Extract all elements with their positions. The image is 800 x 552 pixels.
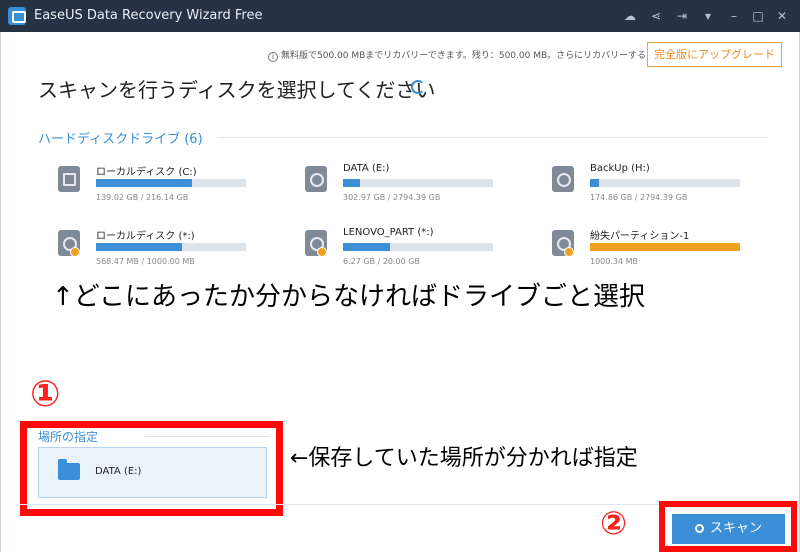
disk-usage-fill <box>343 243 390 251</box>
hard-drives-title: ハードディスクドライブ (6) <box>38 132 203 147</box>
warning-badge-icon <box>564 247 574 257</box>
disk-usage-bar <box>96 179 246 187</box>
disk-size: 568.47 MB / 1000.00 MB <box>96 257 195 266</box>
login-icon[interactable]: ⇥ <box>672 6 692 26</box>
disk-usage-bar <box>590 243 740 251</box>
disk-size: 6.27 GB / 20.00 GB <box>343 257 420 266</box>
annotation-bottom: ←保存していた場所が分かれば指定 <box>290 446 638 471</box>
disk-name: DATA (E:) <box>343 163 390 174</box>
window-title: EaseUS Data Recovery Wizard Free <box>34 8 263 23</box>
disk-usage-fill <box>590 243 740 251</box>
disk-item[interactable]: LENOVO_PART (*:) 6.27 GB / 20.00 GB <box>305 227 505 277</box>
disk-item[interactable]: ローカルディスク (*:) 568.47 MB / 1000.00 MB <box>58 227 258 277</box>
disk-icon <box>305 166 327 192</box>
page-title: スキャンを行うディスクを選択してください <box>38 78 436 102</box>
upgrade-button[interactable]: 完全版にアップグレード <box>647 42 782 67</box>
disk-item[interactable]: 紛失パーティション-1 1000.34 MB <box>552 227 752 277</box>
disk-name: BackUp (H:) <box>590 163 650 174</box>
disk-size: 139.02 GB / 216.14 GB <box>96 193 189 202</box>
disk-size: 174.86 GB / 2794.39 GB <box>590 193 688 202</box>
disk-usage-fill <box>590 179 599 187</box>
close-icon[interactable]: ✕ <box>772 6 792 26</box>
disk-usage-bar <box>96 243 246 251</box>
disk-item[interactable]: BackUp (H:) 174.86 GB / 2794.39 GB <box>552 163 752 213</box>
divider <box>218 137 768 138</box>
title-bar: EaseUS Data Recovery Wizard Free ☁ ⋖ ⇥ ▾… <box>0 0 800 32</box>
disk-item[interactable]: ローカルディスク (C:) 139.02 GB / 216.14 GB <box>58 163 258 213</box>
minimize-icon[interactable]: – <box>724 6 744 26</box>
marker-1: ① <box>30 374 61 415</box>
windows-disk-icon <box>58 166 80 192</box>
highlight-box <box>659 501 797 552</box>
disk-usage-fill <box>96 179 192 187</box>
disk-size: 302.97 GB / 2794.39 GB <box>343 193 441 202</box>
menu-icon[interactable]: ▾ <box>698 6 718 26</box>
disk-usage-bar <box>343 179 493 187</box>
free-limit-notice: i 無料版で500.00 MBまでリカバリーできます。残り：500.00 MB。さ… <box>268 48 673 62</box>
annotation-top: ↑どこにあったか分からなければドライブごと選択 <box>52 282 646 312</box>
maximize-icon[interactable]: □ <box>748 6 768 26</box>
disk-name: LENOVO_PART (*:) <box>343 227 434 238</box>
disk-usage-fill <box>96 243 182 251</box>
disk-name: 紛失パーティション-1 <box>590 231 690 242</box>
share-icon[interactable]: ⋖ <box>646 6 666 26</box>
app-logo-icon <box>8 7 26 25</box>
disk-icon <box>552 166 574 192</box>
disk-name: ローカルディスク (*:) <box>96 231 195 242</box>
highlight-box <box>20 421 283 516</box>
disk-item[interactable]: DATA (E:) 302.97 GB / 2794.39 GB <box>305 163 505 213</box>
notice-text: 無料版で500.00 MBまでリカバリーできます。残り：500.00 MB。さら… <box>281 51 674 61</box>
disk-size: 1000.34 MB <box>590 257 639 266</box>
marker-2: ② <box>600 504 628 542</box>
refresh-icon[interactable] <box>411 80 425 94</box>
upload-icon[interactable]: ☁ <box>620 6 640 26</box>
warning-badge-icon <box>317 247 327 257</box>
disk-name: ローカルディスク (C:) <box>96 167 197 178</box>
disk-usage-fill <box>343 179 360 187</box>
disk-usage-bar <box>590 179 740 187</box>
disk-usage-bar <box>343 243 493 251</box>
info-icon: i <box>268 52 278 62</box>
warning-badge-icon <box>70 247 80 257</box>
